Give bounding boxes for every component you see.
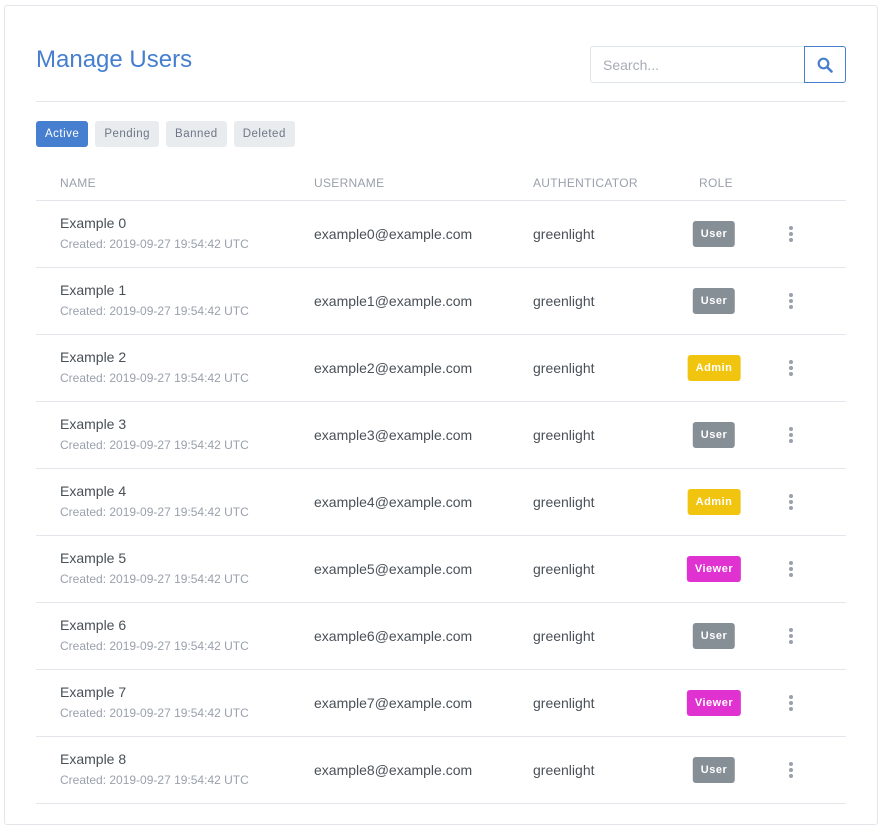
user-authenticator: greenlight	[533, 561, 595, 577]
user-name: Example 3	[60, 416, 127, 432]
role-badge: User	[692, 623, 736, 649]
table-row: Example 5 Created: 2019-09-27 19:54:42 UT…	[36, 536, 846, 603]
user-authenticator: greenlight	[533, 226, 595, 242]
created-date: Created: 2019-09-27 19:54:42 UTC	[60, 371, 249, 385]
table-row: Example 8 Created: 2019-09-27 19:54:42 UT…	[36, 737, 846, 804]
table-row: Example 3 Created: 2019-09-27 19:54:42 UT…	[36, 402, 846, 469]
more-options-icon[interactable]	[784, 424, 798, 446]
user-username: example7@example.com	[314, 695, 473, 711]
table-row: Example 7 Created: 2019-09-27 19:54:42 UT…	[36, 670, 846, 737]
more-options-icon[interactable]	[784, 759, 798, 781]
search-icon	[817, 57, 833, 73]
user-username: example8@example.com	[314, 762, 473, 778]
user-name: Example 8	[60, 751, 127, 767]
more-options-icon[interactable]	[784, 625, 798, 647]
tab-active[interactable]: Active	[36, 121, 89, 147]
user-authenticator: greenlight	[533, 427, 595, 443]
user-authenticator: greenlight	[533, 494, 595, 510]
page-title: Manage Users	[36, 46, 193, 73]
user-authenticator: greenlight	[533, 695, 595, 711]
header-divider	[36, 101, 846, 102]
tab-pending[interactable]: Pending	[95, 121, 160, 147]
created-date: Created: 2019-09-27 19:54:42 UTC	[60, 572, 249, 586]
more-options-icon[interactable]	[784, 558, 798, 580]
user-username: example4@example.com	[314, 494, 473, 510]
created-date: Created: 2019-09-27 19:54:42 UTC	[60, 304, 249, 318]
user-name: Example 0	[60, 215, 127, 231]
user-name: Example 6	[60, 617, 127, 633]
created-date: Created: 2019-09-27 19:54:42 UTC	[60, 773, 249, 787]
column-header-authenticator: AUTHENTICATOR	[533, 176, 638, 190]
table-row: Example 1 Created: 2019-09-27 19:54:42 UT…	[36, 268, 846, 335]
user-name: Example 2	[60, 349, 127, 365]
created-date: Created: 2019-09-27 19:54:42 UTC	[60, 639, 249, 653]
user-username: example0@example.com	[314, 226, 473, 242]
status-tabs: Active Pending Banned Deleted	[36, 121, 295, 147]
role-badge: Viewer	[686, 556, 742, 582]
role-badge: User	[692, 757, 736, 783]
search-button[interactable]	[804, 46, 846, 83]
search-input[interactable]	[590, 46, 805, 83]
users-table-body: Example 0 Created: 2019-09-27 19:54:42 UT…	[36, 201, 846, 804]
role-badge: Admin	[687, 355, 741, 381]
user-name: Example 7	[60, 684, 127, 700]
role-badge: User	[692, 288, 736, 314]
more-options-icon[interactable]	[784, 692, 798, 714]
created-date: Created: 2019-09-27 19:54:42 UTC	[60, 438, 249, 452]
user-username: example6@example.com	[314, 628, 473, 644]
tab-banned[interactable]: Banned	[166, 121, 227, 147]
table-row: Example 2 Created: 2019-09-27 19:54:42 UT…	[36, 335, 846, 402]
created-date: Created: 2019-09-27 19:54:42 UTC	[60, 505, 249, 519]
table-row: Example 4 Created: 2019-09-27 19:54:42 UT…	[36, 469, 846, 536]
created-date: Created: 2019-09-27 19:54:42 UTC	[60, 706, 249, 720]
user-authenticator: greenlight	[533, 762, 595, 778]
user-username: example1@example.com	[314, 293, 473, 309]
table-row: Example 6 Created: 2019-09-27 19:54:42 UT…	[36, 603, 846, 670]
user-username: example2@example.com	[314, 360, 473, 376]
user-username: example5@example.com	[314, 561, 473, 577]
column-header-username: USERNAME	[314, 176, 385, 190]
user-name: Example 4	[60, 483, 127, 499]
search-group	[590, 46, 846, 83]
role-badge: Admin	[687, 489, 741, 515]
role-badge: User	[692, 422, 736, 448]
table-header: NAME USERNAME AUTHENTICATOR ROLE	[36, 168, 846, 201]
table-row: Example 0 Created: 2019-09-27 19:54:42 UT…	[36, 201, 846, 268]
user-authenticator: greenlight	[533, 628, 595, 644]
column-header-role: ROLE	[699, 176, 733, 190]
created-date: Created: 2019-09-27 19:54:42 UTC	[60, 237, 249, 251]
role-badge: Viewer	[686, 690, 742, 716]
user-username: example3@example.com	[314, 427, 473, 443]
more-options-icon[interactable]	[784, 290, 798, 312]
more-options-icon[interactable]	[784, 491, 798, 513]
role-badge: User	[692, 221, 736, 247]
tab-deleted[interactable]: Deleted	[233, 121, 295, 147]
user-authenticator: greenlight	[533, 360, 595, 376]
more-options-icon[interactable]	[784, 223, 798, 245]
user-name: Example 5	[60, 550, 127, 566]
column-header-name: NAME	[60, 176, 96, 190]
user-authenticator: greenlight	[533, 293, 595, 309]
user-name: Example 1	[60, 282, 127, 298]
more-options-icon[interactable]	[784, 357, 798, 379]
